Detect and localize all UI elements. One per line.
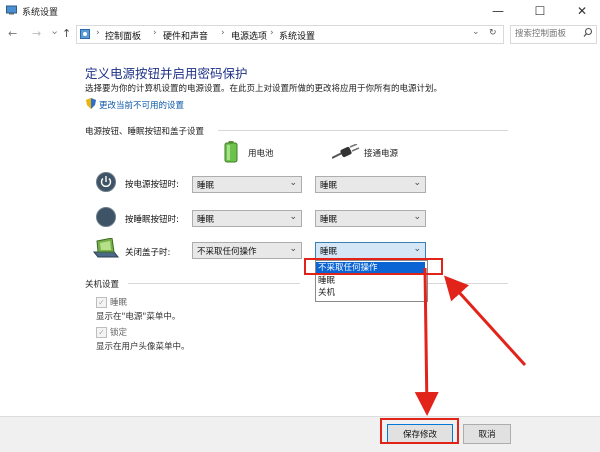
annotation-arrows [414,267,527,416]
annotation-arrow-to-option [443,275,527,367]
annotation-arrow-to-save [414,267,439,416]
